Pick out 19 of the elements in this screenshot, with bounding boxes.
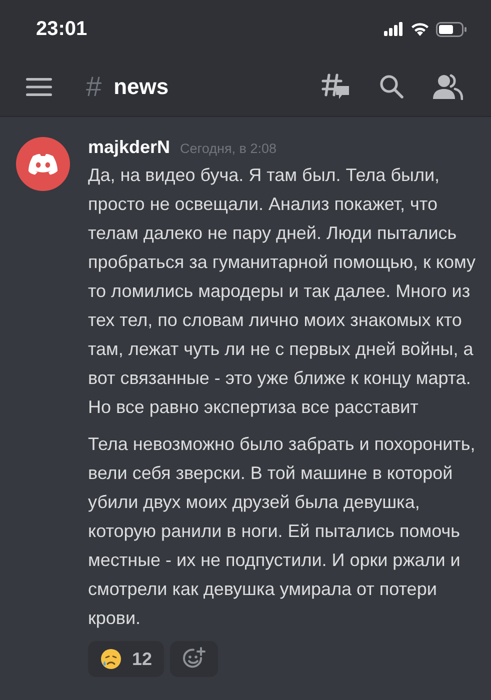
sad-face-icon [100, 648, 122, 670]
menu-icon [26, 78, 52, 96]
search-icon [379, 74, 405, 100]
message-text: Тела невозможно было забрать и похоронить, вели себя зверски. В той машине в которой убили двух моих друзей была девушка, которую ранили в ноги. Ей пытались помочь местные - их не подпустили. И орки ржали и смотрели как девушка умирала от потери крови. [88, 433, 476, 630]
message-text: Да, на видео буча. Я там был. Тела были, просто не освещали. Анализ покажет, что телам далеко не пару дней. Люди пытались пробраться за гуманитарной помощью, к кому то ломились мародеры и так далее. Много из тех тел, по словам лично моих знакомых кто там, лежат чуть ли не с первых дней войны, а вот связанные - это уже ближе к концу марта. Но все равно экспертиза все расставит [88, 164, 477, 419]
reaction-button[interactable]: 12 [88, 641, 164, 677]
message-timestamp: Сегодня, в 2:08 [180, 141, 276, 156]
signal-icon [384, 22, 404, 36]
hash-chat-icon [321, 73, 351, 101]
battery-icon [436, 22, 467, 36]
add-reaction-button[interactable] [170, 641, 218, 677]
avatar[interactable] [16, 137, 70, 191]
wifi-icon [411, 22, 429, 36]
channel-hash: # [86, 71, 102, 103]
controller-logo-icon [28, 153, 58, 175]
author-name[interactable]: majkderN [88, 137, 170, 158]
people-icon [433, 74, 463, 100]
status-time: 23:01 [36, 18, 88, 40]
channel-name: news [114, 74, 169, 100]
